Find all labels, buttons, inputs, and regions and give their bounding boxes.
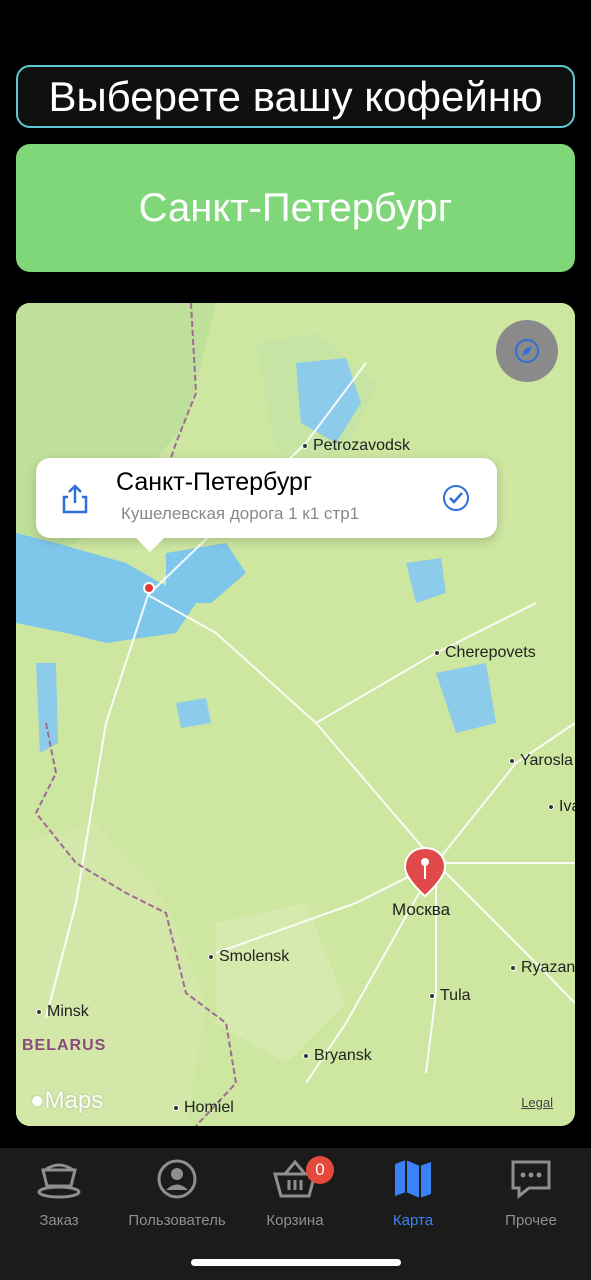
place-cherepovets: Cherepovets bbox=[434, 644, 536, 662]
coffee-cup-icon bbox=[37, 1163, 81, 1199]
place-yaroslavl: Yaroslа bbox=[509, 752, 573, 770]
cart-count-badge: 0 bbox=[306, 1156, 334, 1184]
share-icon[interactable] bbox=[60, 483, 90, 515]
place-moscow: Москва bbox=[392, 900, 451, 919]
tab-cart[interactable]: 0 Корзина bbox=[236, 1156, 354, 1229]
map-terrain bbox=[16, 303, 575, 1126]
chat-icon bbox=[511, 1160, 551, 1200]
tab-more[interactable]: Прочее bbox=[472, 1158, 590, 1229]
tab-cart-label: Корзина bbox=[266, 1212, 324, 1229]
place-minsk: Minsk bbox=[36, 1003, 89, 1021]
tab-user[interactable]: Пользователь bbox=[118, 1158, 236, 1229]
maps-logo: ●Maps bbox=[30, 1087, 104, 1114]
home-indicator bbox=[191, 1259, 401, 1266]
place-ivanovo: Iva bbox=[548, 798, 575, 816]
user-icon bbox=[157, 1159, 197, 1199]
page-title-text: Выберете вашу кофейню bbox=[48, 72, 543, 120]
moscow-pin-icon[interactable] bbox=[402, 846, 448, 898]
tab-order[interactable]: Заказ bbox=[0, 1158, 118, 1229]
tab-user-label: Пользователь bbox=[128, 1212, 226, 1229]
spb-location-pin[interactable] bbox=[143, 582, 155, 594]
location-callout[interactable]: Санкт-Петербург Кушелевская дорога 1 к1 … bbox=[36, 458, 497, 552]
checkmark-circle-icon[interactable] bbox=[442, 484, 470, 512]
callout-title: Санкт-Петербург bbox=[116, 468, 313, 496]
tab-map-label: Карта bbox=[392, 1212, 434, 1229]
city-select-label: Санкт-Петербург bbox=[138, 185, 453, 230]
apple-logo-icon: ● bbox=[30, 1087, 45, 1114]
map-view[interactable]: Petrozavodsk Cherepovets Yaroslа Iva Мос… bbox=[16, 303, 575, 1126]
callout-address: Кушелевская дорога 1 к1 стр1 bbox=[121, 504, 360, 523]
place-bryansk: Bryansk bbox=[303, 1047, 372, 1065]
place-smolensk: Smolensk bbox=[208, 948, 289, 966]
compass-icon bbox=[515, 339, 539, 363]
compass-button[interactable] bbox=[496, 320, 558, 382]
legal-link[interactable]: Legal bbox=[521, 1095, 553, 1110]
country-label: BELARUS bbox=[22, 1037, 107, 1054]
tab-map[interactable]: Карта bbox=[354, 1158, 472, 1229]
tab-order-label: Заказ bbox=[39, 1212, 79, 1229]
map-icon bbox=[395, 1160, 431, 1198]
page-title: Выберете вашу кофейню bbox=[16, 65, 575, 128]
tab-more-label: Прочее bbox=[505, 1212, 557, 1229]
place-ryazan: Ryazan bbox=[510, 959, 575, 977]
screen: Выберете вашу кофейню Санкт-Петербург Pe… bbox=[0, 0, 591, 1280]
place-homiel: Homiel bbox=[173, 1099, 234, 1117]
place-tula: Tula bbox=[429, 987, 471, 1005]
city-select-button[interactable]: Санкт-Петербург bbox=[16, 144, 575, 272]
place-petrozavodsk: Petrozavodsk bbox=[302, 437, 410, 455]
